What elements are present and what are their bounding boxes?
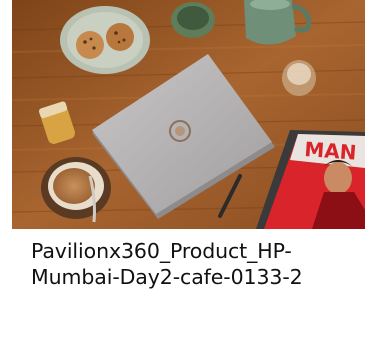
cookie-plate-icon — [60, 6, 150, 74]
water-glass-icon — [282, 60, 316, 96]
card-thumbnail[interactable]: MAN — [12, 0, 365, 229]
photo-laptop-cafe: MAN — [12, 0, 365, 229]
media-card[interactable]: MAN Pavilionx360_Product_HP- Mumbai-Day2… — [0, 0, 365, 354]
magazine-masthead: MAN — [304, 137, 358, 165]
card-title[interactable]: Pavilionx360_Product_HP- Mumbai-Day2-caf… — [31, 238, 357, 290]
green-cup-icon — [171, 2, 215, 38]
